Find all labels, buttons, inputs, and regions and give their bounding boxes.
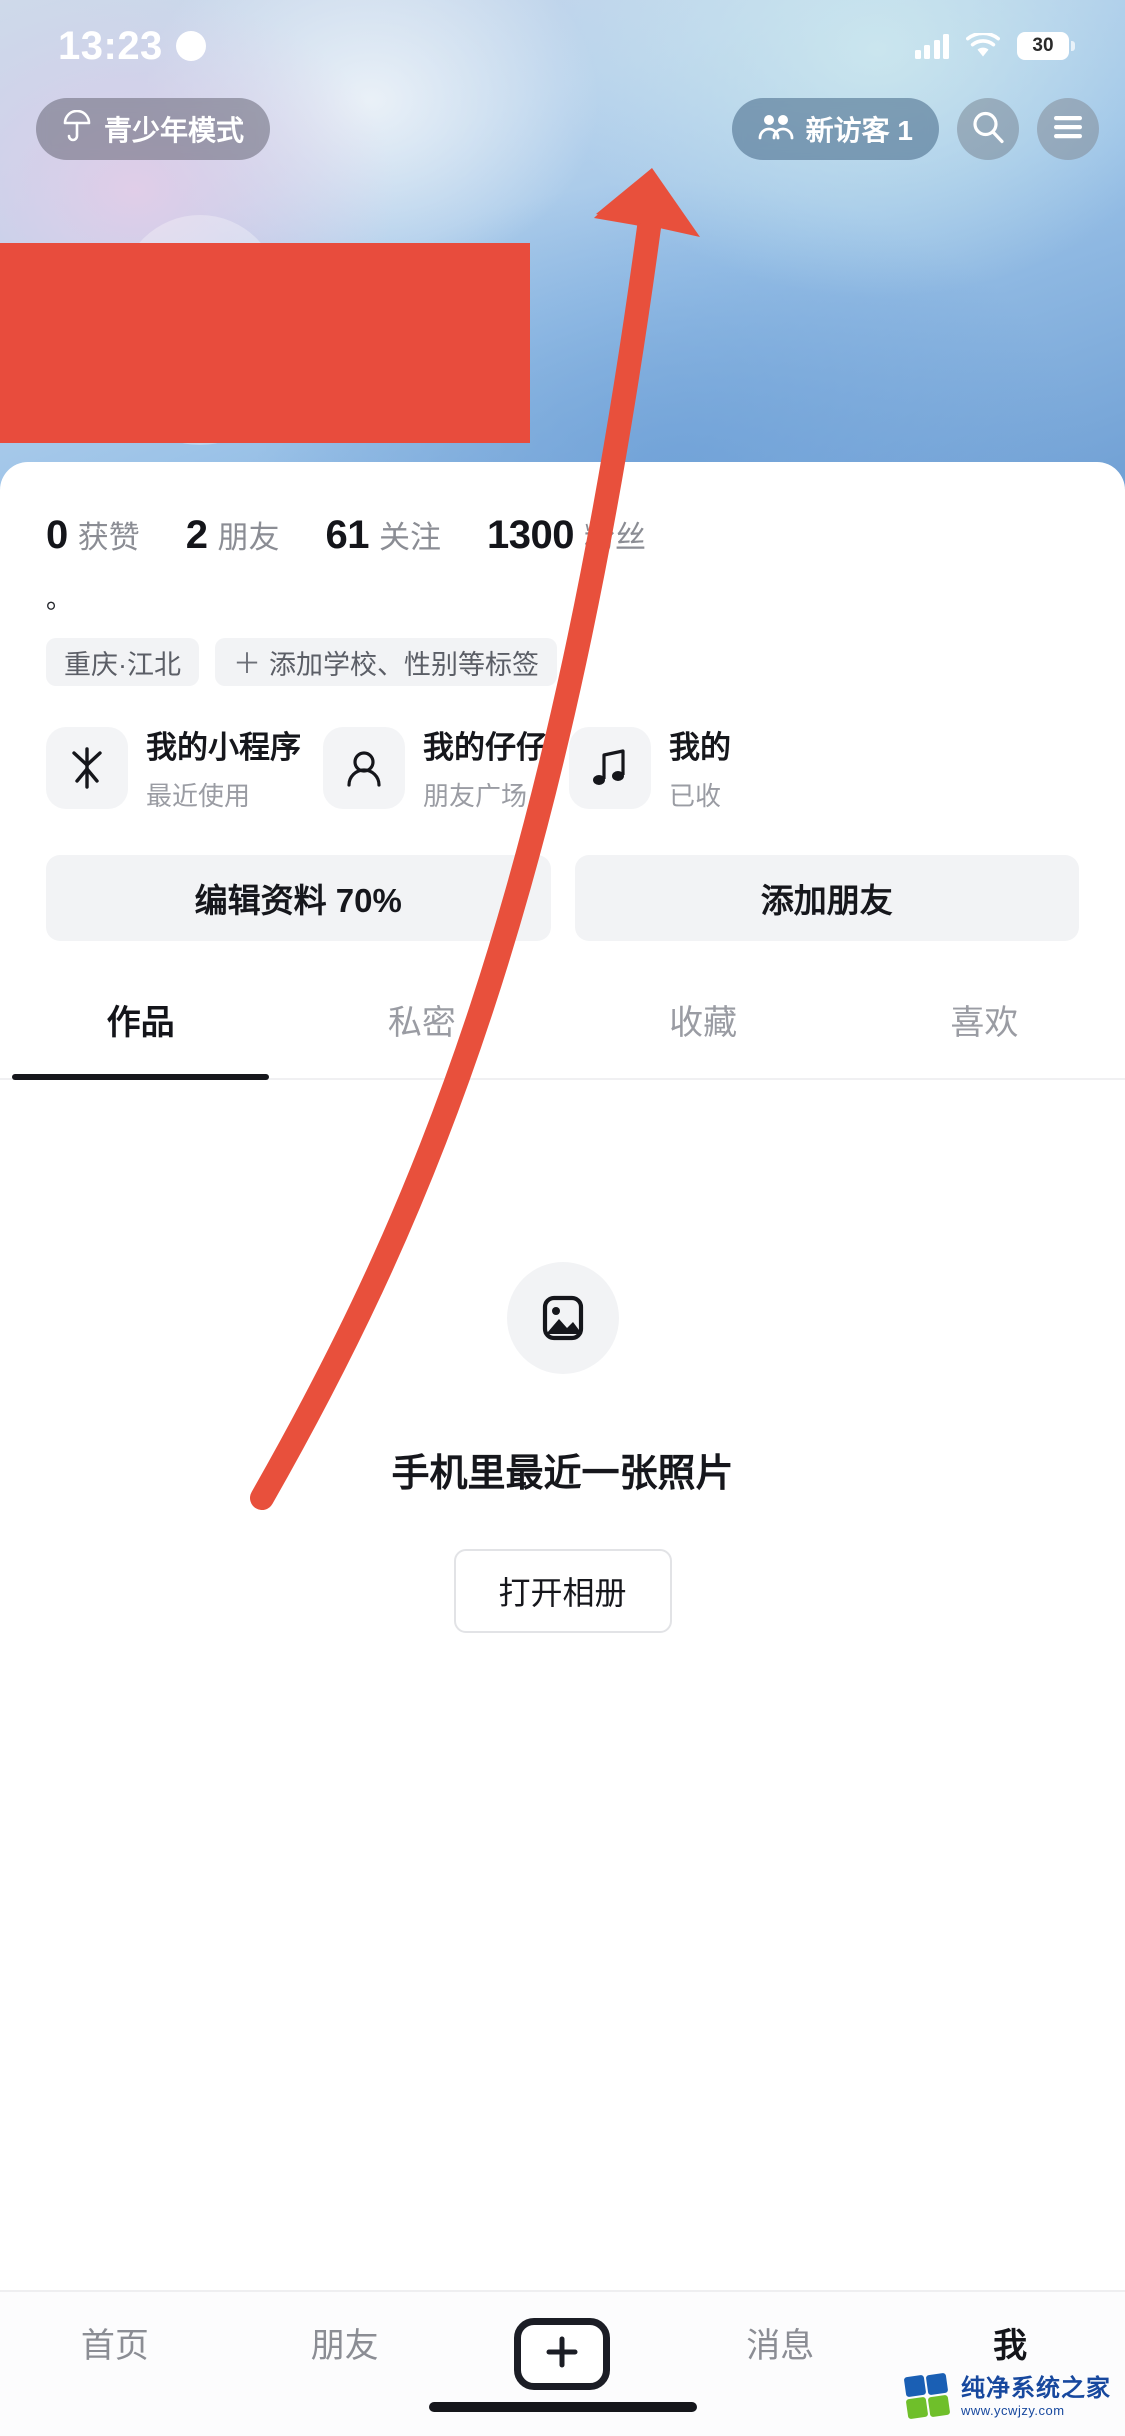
- tag-label: 重庆·江北: [64, 649, 181, 680]
- tag-add[interactable]: ＋ 添加学校、性别等标签: [215, 638, 558, 686]
- card-text: 我的小程序 最近使用: [146, 722, 301, 813]
- watermark: 纯净系统之家 www.ycwjzy.com: [903, 2372, 1111, 2420]
- music-note-icon: [569, 726, 651, 809]
- card-subtitle: 朋友广场: [423, 781, 528, 811]
- tab-collections[interactable]: 收藏: [563, 995, 844, 1078]
- card-text: 我的仔仔 朋友广场: [423, 722, 547, 813]
- card-zaizai[interactable]: 我的仔仔 朋友广场: [323, 722, 547, 813]
- nav-home[interactable]: 首页: [55, 2318, 175, 2367]
- tab-likes[interactable]: 喜欢: [844, 995, 1125, 1078]
- empty-state: 手机里最近一张照片 打开相册: [0, 1080, 1125, 1633]
- profile-tags: 重庆·江北 ＋ 添加学校、性别等标签: [0, 612, 1125, 686]
- card-title: 我的小程序: [146, 730, 301, 765]
- status-bar-time: 13:23: [58, 23, 163, 68]
- status-bar: 13:23 30: [0, 0, 1125, 92]
- tag-label: 添加学校、性别等标签: [269, 649, 540, 680]
- plus-create-icon: [545, 2335, 579, 2374]
- people-icon: [758, 112, 794, 147]
- stat-following[interactable]: 61 关注: [326, 512, 442, 558]
- new-visitor-label: 新访客 1: [805, 115, 913, 146]
- status-bar-left: 13:23: [58, 24, 206, 69]
- stat-value: 2: [185, 513, 208, 557]
- crescent-moon-icon: [175, 31, 206, 61]
- watermark-name: 纯净系统之家: [961, 2375, 1111, 2403]
- content-tabs: 作品 私密 收藏 喜欢: [0, 995, 1125, 1080]
- stat-label: 关注: [379, 520, 441, 555]
- tab-works[interactable]: 作品: [0, 995, 281, 1078]
- umbrella-icon: [62, 109, 92, 149]
- profile-action-buttons: 编辑资料 70% 添加朋友: [0, 813, 1125, 941]
- wifi-icon: [966, 31, 1000, 59]
- nav-messages[interactable]: 消息: [720, 2318, 840, 2367]
- menu-button[interactable]: [1037, 98, 1099, 160]
- new-visitor-button[interactable]: 新访客 1: [731, 98, 939, 160]
- search-button[interactable]: [957, 98, 1019, 160]
- card-title: 我的仔仔: [423, 730, 547, 765]
- teen-mode-label: 青少年模式: [104, 115, 245, 146]
- add-friend-button[interactable]: 添加朋友: [574, 855, 1079, 941]
- battery-indicator: 30: [1017, 32, 1075, 60]
- search-icon: [971, 110, 1005, 149]
- card-music[interactable]: 我的 已收: [569, 722, 731, 813]
- feature-cards: 我的小程序 最近使用 我的仔仔 朋友广场 我的 已收: [0, 686, 1125, 813]
- hamburger-menu-icon: [1052, 115, 1084, 144]
- home-indicator: [428, 2402, 697, 2412]
- status-bar-right: 30: [914, 31, 1075, 60]
- card-title: 我的: [669, 730, 731, 765]
- cellular-signal-icon: [914, 33, 949, 59]
- tag-location[interactable]: 重庆·江北: [46, 638, 199, 686]
- card-text: 我的 已收: [669, 722, 731, 813]
- phone-screen: 13:23 30 青少年模式 新访客 1 0 获赞 2 朋友 61 关注 130…: [0, 0, 1125, 2436]
- stat-label: 朋友: [217, 520, 280, 555]
- redaction-block: [0, 243, 530, 443]
- empty-state-title: 手机里最近一张照片: [391, 1453, 734, 1495]
- photo-image-icon: [506, 1262, 619, 1374]
- edit-profile-button[interactable]: 编辑资料 70%: [46, 855, 551, 941]
- create-post-button[interactable]: [514, 2318, 611, 2390]
- plus-icon: ＋: [233, 648, 262, 679]
- stat-value: 61: [325, 513, 370, 557]
- teen-mode-button[interactable]: 青少年模式: [36, 98, 271, 160]
- watermark-text: 纯净系统之家 www.ycwjzy.com: [961, 2375, 1111, 2418]
- stat-likes[interactable]: 0 获赞: [46, 512, 140, 558]
- watermark-logo-icon: [903, 2372, 951, 2420]
- avatar-icon: [323, 726, 405, 809]
- nav-friends[interactable]: 朋友: [285, 2318, 405, 2367]
- nav-me[interactable]: 我: [950, 2318, 1070, 2367]
- card-subtitle: 最近使用: [146, 781, 251, 811]
- stat-value: 0: [46, 513, 68, 557]
- watermark-url: www.ycwjzy.com: [961, 2402, 1065, 2418]
- tab-private[interactable]: 私密: [281, 995, 562, 1078]
- stat-label: 粉丝: [583, 520, 646, 555]
- profile-sheet: 0 获赞 2 朋友 61 关注 1300 粉丝 。 重庆·江北 ＋ 添加学校、性…: [0, 462, 1125, 2436]
- active-tab-indicator: [12, 1074, 269, 1080]
- stat-value: 1300: [487, 513, 574, 557]
- open-album-button[interactable]: 打开相册: [453, 1549, 672, 1633]
- profile-header-actions: 青少年模式 新访客 1: [0, 98, 1125, 160]
- profile-stats: 0 获赞 2 朋友 61 关注 1300 粉丝: [0, 462, 1125, 558]
- stat-label: 获赞: [77, 520, 140, 555]
- card-miniprograms[interactable]: 我的小程序 最近使用: [46, 722, 301, 813]
- douyin-logo-icon: [46, 726, 128, 809]
- profile-bio[interactable]: 。: [0, 558, 1125, 612]
- stat-friends[interactable]: 2 朋友: [186, 512, 280, 558]
- card-subtitle: 已收: [669, 781, 722, 811]
- stat-followers[interactable]: 1300 粉丝: [487, 512, 646, 558]
